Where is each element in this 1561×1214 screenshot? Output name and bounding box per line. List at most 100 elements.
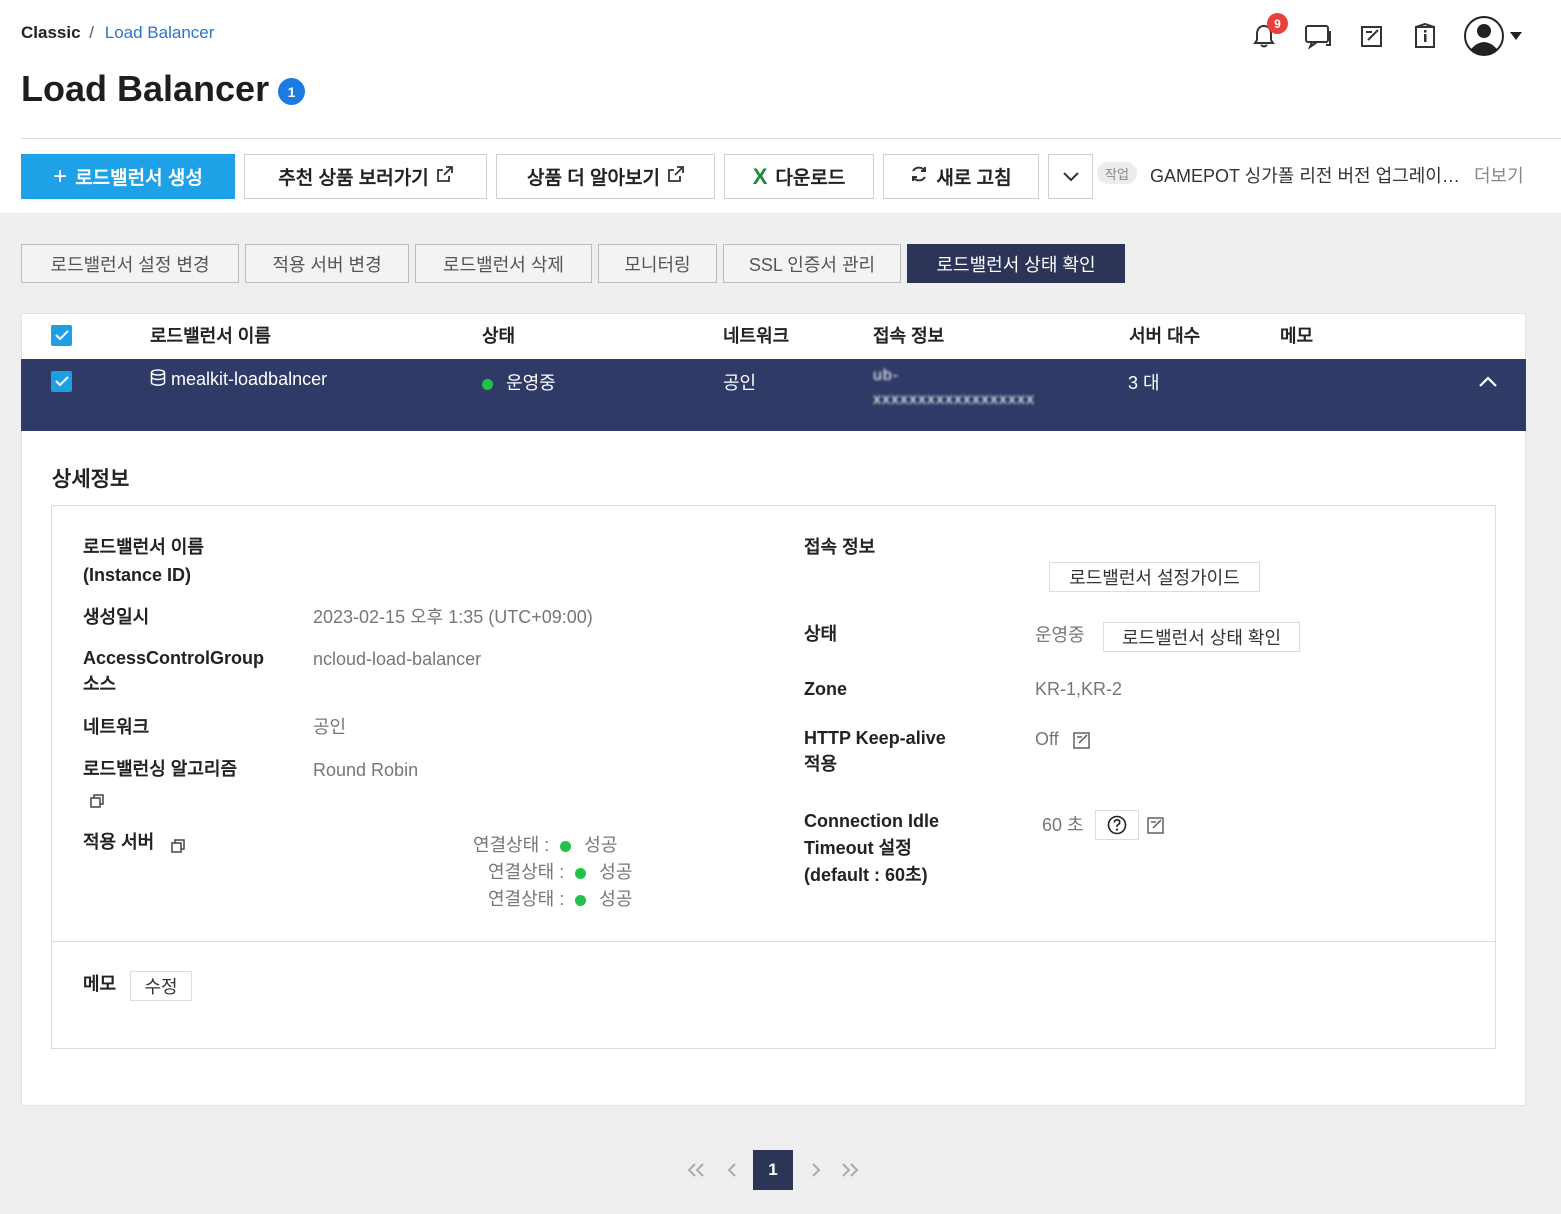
- col-access-header[interactable]: 접속 정보: [873, 322, 944, 348]
- lb-setup-guide-button[interactable]: 로드밸런서 설정가이드: [1049, 562, 1260, 592]
- more-options-button[interactable]: [1048, 154, 1093, 199]
- header-divider: [21, 138, 1561, 139]
- breadcrumb-current[interactable]: Load Balancer: [105, 23, 215, 42]
- label-zone: Zone: [804, 679, 847, 699]
- refresh-button[interactable]: 새로 고침: [883, 154, 1039, 199]
- label-network: 네트워크: [83, 717, 150, 737]
- row-access-line-1: ub-: [873, 367, 900, 384]
- download-button[interactable]: X 다운로드: [724, 154, 874, 199]
- refresh-label: 새로 고침: [936, 168, 1012, 189]
- notification-count-badge: 9: [1267, 13, 1288, 34]
- servers-popup-icon[interactable]: [171, 839, 185, 858]
- select-all-checkbox[interactable]: [51, 325, 72, 346]
- label-idle-line3: (default : 60초): [804, 865, 928, 885]
- row-status: 운영중: [482, 369, 556, 395]
- label-idle-line2: Timeout 설정: [804, 838, 912, 858]
- more-link[interactable]: 더보기: [1474, 162, 1524, 188]
- label-acg-line1: AccessControlGroup: [83, 648, 265, 668]
- create-load-balancer-button[interactable]: + 로드밸런서 생성: [21, 154, 235, 199]
- change-lb-settings-button[interactable]: 로드밸런서 설정 변경: [21, 244, 239, 283]
- value-status: 운영중: [1035, 625, 1085, 645]
- first-page-icon[interactable]: [684, 1150, 708, 1190]
- breadcrumb: Classic / Load Balancer: [21, 23, 214, 43]
- row-access-info: ub- xxxxxxxxxxxxxxxxxx: [873, 367, 1035, 409]
- collapse-chevron-up-icon[interactable]: [1478, 372, 1498, 393]
- page-title: Load Balancer: [21, 68, 270, 109]
- status-dot: [482, 378, 493, 390]
- external-link-icon: [668, 165, 684, 188]
- server-connection-1: 연결상태 : 성공: [473, 831, 617, 857]
- label-created: 생성일시: [83, 607, 150, 627]
- connection-value: 성공: [599, 862, 633, 882]
- label-acg-line2: 소스: [83, 674, 117, 694]
- detail-box: [51, 505, 1496, 1049]
- keepalive-edit-icon[interactable]: [1073, 731, 1091, 754]
- col-network-header[interactable]: 네트워크: [723, 322, 789, 348]
- download-label: 다운로드: [775, 168, 846, 189]
- label-algorithm: 로드밸런싱 알고리즘: [83, 759, 238, 779]
- success-dot: [575, 894, 587, 906]
- connection-label: 연결상태 :: [488, 889, 565, 909]
- detail-separator: [51, 941, 1496, 942]
- label-idle-line1: Connection Idle: [804, 811, 939, 831]
- learn-more-button[interactable]: 상품 더 알아보기: [496, 154, 715, 199]
- row-checkbox[interactable]: [51, 371, 72, 392]
- value-acg[interactable]: ncloud-load-balancer: [313, 645, 481, 673]
- chat-icon[interactable]: [1300, 16, 1336, 56]
- recommend-products-button[interactable]: 추천 상품 보러가기: [244, 154, 487, 199]
- excel-icon: X: [752, 163, 768, 189]
- lb-status-check-button[interactable]: 로드밸런서 상태 확인: [907, 244, 1125, 283]
- row-status-text: 운영중: [506, 373, 556, 393]
- idle-timeout-edit-icon[interactable]: [1147, 816, 1165, 839]
- label-access: 접속 정보: [804, 537, 876, 557]
- label-servers: 적용 서버: [83, 832, 155, 852]
- label-keepalive: HTTP Keep-alive 적용: [804, 725, 946, 777]
- col-servers-header[interactable]: 서버 대수: [1129, 322, 1200, 348]
- info-book-icon[interactable]: [1407, 16, 1443, 56]
- row-name[interactable]: mealkit-loadbalncer: [150, 369, 327, 390]
- prev-page-icon[interactable]: [720, 1150, 744, 1190]
- task-tag: 작업: [1097, 162, 1137, 184]
- plus-icon: +: [53, 162, 68, 190]
- value-idle-timeout: 60 초: [1042, 815, 1084, 835]
- value-network: 공인: [313, 717, 347, 737]
- breadcrumb-root[interactable]: Classic: [21, 23, 81, 42]
- user-avatar[interactable]: [1462, 14, 1506, 58]
- refresh-icon: [910, 165, 928, 189]
- next-page-icon[interactable]: [804, 1150, 828, 1190]
- row-network: 공인: [723, 373, 757, 393]
- create-label: 로드밸런서 생성: [75, 168, 203, 189]
- success-dot: [575, 867, 587, 879]
- col-memo-header[interactable]: 메모: [1280, 322, 1313, 348]
- value-algorithm: Round Robin: [313, 760, 419, 780]
- value-created: 2023-02-15 오후 1:35 (UTC+09:00): [313, 607, 593, 627]
- col-status-header[interactable]: 상태: [482, 322, 515, 348]
- database-icon: [150, 369, 166, 389]
- chevron-down-icon: [1062, 166, 1079, 188]
- help-question-icon[interactable]: [1095, 810, 1139, 840]
- task-notice-text[interactable]: GAMEPOT 싱가폴 리전 버전 업그레이드 안내: [1150, 162, 1462, 188]
- ssl-cert-button[interactable]: SSL 인증서 관리: [723, 244, 901, 283]
- delete-lb-button[interactable]: 로드밸런서 삭제: [415, 244, 592, 283]
- col-name-header[interactable]: 로드밸런서 이름: [150, 322, 271, 348]
- label-lb-name-line2: (Instance ID): [83, 565, 192, 585]
- page-number-current[interactable]: 1: [753, 1150, 793, 1190]
- connection-value: 성공: [599, 889, 633, 909]
- count-badge: 1: [278, 78, 305, 105]
- memo-edit-button[interactable]: 수정: [130, 971, 192, 1001]
- change-servers-button[interactable]: 적용 서버 변경: [245, 244, 409, 283]
- user-menu-chevron-down-icon[interactable]: [1506, 16, 1526, 56]
- detail-status-check-button[interactable]: 로드밸런서 상태 확인: [1103, 622, 1300, 652]
- row-access-line-2: xxxxxxxxxxxxxxxxxx: [873, 391, 1035, 408]
- label-lb-name-line1: 로드밸런서 이름: [83, 537, 204, 557]
- server-connection-3: 연결상태 : 성공: [488, 885, 632, 911]
- algorithm-popup-icon[interactable]: [90, 794, 104, 813]
- label-lb-name: 로드밸런서 이름 (Instance ID): [83, 533, 204, 589]
- monitoring-button[interactable]: 모니터링: [598, 244, 717, 283]
- breadcrumb-separator: /: [89, 23, 95, 42]
- value-keepalive: Off: [1035, 729, 1059, 749]
- connection-label: 연결상태 :: [488, 862, 565, 882]
- memo-edit-icon[interactable]: [1354, 16, 1390, 56]
- last-page-icon[interactable]: [838, 1150, 862, 1190]
- connection-label: 연결상태 :: [473, 835, 550, 855]
